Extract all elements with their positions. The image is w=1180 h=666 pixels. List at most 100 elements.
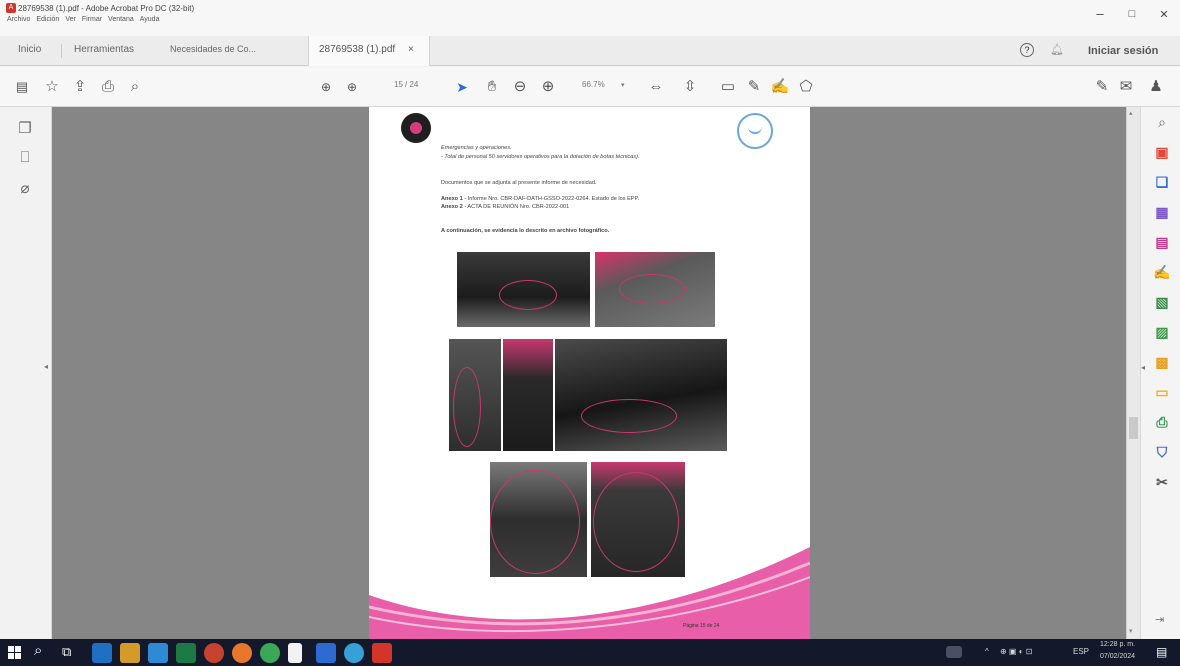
more-tools-icon[interactable]: ✂ [1151,471,1173,493]
create-pdf-icon[interactable]: ▣ [1151,141,1173,163]
menu-firmar[interactable]: Firmar [82,16,102,23]
tab-inicio[interactable]: Inicio [18,44,41,55]
windows-start-icon[interactable] [8,646,21,659]
tray-chevron-up-icon[interactable]: ^ [985,647,989,656]
signin-button[interactable]: Iniciar sesión [1088,45,1158,57]
edit-pdf-icon[interactable]: ▧ [1151,291,1173,313]
menu-archivo[interactable]: Archivo [7,16,30,23]
share-user-icon[interactable]: ♟ [1146,77,1166,97]
edge-icon[interactable] [344,643,364,663]
tab-bar: Inicio Herramientas Necesidades de Co...… [0,36,1180,66]
organize-pages-icon[interactable]: ▦ [1151,201,1173,223]
notifications-icon[interactable]: ▤ [1156,645,1167,659]
stamp-icon[interactable]: ⬠ [796,77,816,97]
scrollbar-thumb[interactable] [1129,417,1138,439]
comment-icon[interactable]: ▭ [718,77,738,97]
star-icon[interactable]: ☆ [42,77,62,97]
maximize-button[interactable]: □ [1122,8,1142,20]
previous-page-icon[interactable]: ⊕ [316,77,336,97]
firefox-icon[interactable] [232,643,252,663]
menu-ayuda[interactable]: Ayuda [140,16,160,23]
fill-sign-icon[interactable]: ✍ [1151,261,1173,283]
bell-icon[interactable]: 🔔︎ [1050,43,1064,56]
file-explorer-icon[interactable] [120,643,140,663]
menu-bar: Archivo Edición Ver Firmar Ventana Ayuda [7,16,159,23]
app-icon[interactable] [204,643,224,663]
select-cursor-icon[interactable]: ➤ [452,77,472,97]
zoom-level-select[interactable]: 66.7% [582,80,605,89]
toolbar: ▤ ☆ ⇪ ⎙ ⌕ ⊕ ⊕ 15 / 24 ➤ ✋︎ ⊖ ⊕ 66.7% ▾ ⇔… [0,67,1180,107]
bookmark-icon[interactable]: ⎕ [14,149,36,171]
email-icon[interactable]: ✉ [1116,77,1136,97]
tab-herramientas[interactable]: Herramientas [74,44,134,55]
zoom-in-icon[interactable]: ⊕ [538,77,558,97]
search-tools-icon[interactable]: ⌕ [1151,111,1173,133]
left-navigation-pane: ❐ ⎕ ⌀ ◂ [0,107,52,639]
protect-shield-icon[interactable]: ⛉ [1151,441,1173,463]
acrobat-logo-icon: A [6,3,16,13]
search-icon[interactable]: ⌕ [125,77,145,97]
outlook-icon[interactable] [92,643,112,663]
combine-files-icon[interactable]: ❏ [1151,171,1173,193]
zoom-out-icon[interactable]: ⊖ [510,77,530,97]
pen-highlight-icon[interactable]: ✎ [744,77,764,97]
print-production-icon[interactable]: ⎙ [1151,411,1173,433]
hand-tool-icon[interactable]: ✋︎ [482,77,502,97]
mail-icon[interactable] [316,643,336,663]
enhance-scans-icon[interactable]: ▨ [1151,321,1173,343]
anexo2-text: - ACTA DE REUNIÓN Nro. CBR-2022-001 [462,204,570,210]
upload-cloud-icon[interactable]: ⇪ [70,77,90,97]
close-button[interactable]: ✕ [1154,8,1174,21]
fit-page-icon[interactable]: ⇔ [646,77,666,97]
protect-file-icon[interactable]: ▩ [1151,351,1173,373]
language-indicator[interactable]: ESP [1073,647,1089,656]
vertical-scrollbar[interactable]: ▴ ▾ [1126,107,1140,639]
windows-taskbar: ⌕ ⧉ ^ ⊕ ▣ ◐ ⊡ ESP 12:28 p. m. 07/02/2024… [0,639,1180,666]
collapse-left-pane-icon[interactable]: ◂ [44,362,48,371]
clock-time[interactable]: 12:28 p. m. [1100,641,1135,648]
boot-photo-7 [591,462,685,577]
document-icon[interactable] [288,643,302,663]
scroll-up-icon[interactable]: ▴ [1129,109,1133,117]
keyboard-tray-icon[interactable] [946,646,962,658]
expand-pane-icon[interactable]: ⇥ [1155,613,1164,626]
menu-edicion[interactable]: Edición [36,16,59,23]
tab-divider [61,44,62,58]
doc-line-total-personal: - Total de personal 50 servidores operat… [441,154,640,160]
task-view-icon[interactable]: ⧉ [62,644,71,660]
doc-line-anexo1: Anexo 1 - Informe Nro. CBR-DAF-DATH-GSSO… [441,196,639,202]
right-tools-pane: ◂ ⌕ ▣ ❏ ▦ ▤ ✍ ▧ ▨ ▩ ▭ ⎙ ⛉ ✂ ⇥ [1140,107,1180,639]
clock-date[interactable]: 07/02/2024 [1100,653,1135,660]
tab-current-label: 28769538 (1).pdf [319,44,396,55]
scroll-down-icon[interactable]: ▾ [1129,627,1133,635]
tab-current-document[interactable]: 28769538 (1).pdf × [308,36,430,66]
menu-ver[interactable]: Ver [65,16,76,23]
next-page-icon[interactable]: ⊕ [342,77,362,97]
link-edit-icon[interactable]: ✎ [1092,77,1112,97]
comment-tool-icon[interactable]: ▭ [1151,381,1173,403]
taskbar-search-icon[interactable]: ⌕ [34,642,42,659]
boot-photo-5 [555,339,727,451]
minimize-button[interactable]: – [1090,6,1110,21]
page-thumbnails-icon[interactable]: ❐ [14,119,36,141]
word-icon[interactable] [148,643,168,663]
attachment-icon[interactable]: ⌀ [14,179,36,201]
chrome-icon[interactable] [260,643,280,663]
tray-icons[interactable]: ⊕ ▣ ◐ ⊡ [1000,647,1032,656]
print-icon[interactable]: ⎙ [98,77,118,97]
export-pdf-icon[interactable]: ▤ [1151,231,1173,253]
boot-photo-1 [457,252,590,327]
menu-ventana[interactable]: Ventana [108,16,134,23]
tab-necesidades[interactable]: Necesidades de Co... [170,44,256,54]
collapse-right-pane-icon[interactable]: ◂ [1141,363,1145,372]
pdf-page: Emergencias y operaciones. - Total de pe… [369,107,810,639]
tab-close-icon[interactable]: × [408,44,414,55]
zoom-chevron-down-icon[interactable]: ▾ [621,81,625,89]
scroll-mode-icon[interactable]: ⇳ [680,77,700,97]
acrobat-taskbar-icon[interactable] [372,643,392,663]
excel-icon[interactable] [176,643,196,663]
help-icon[interactable]: ? [1020,43,1034,57]
page-thumbnail-icon[interactable]: ▤ [12,77,32,97]
page-number-input[interactable]: 15 [385,80,403,89]
draw-signature-icon[interactable]: ✍ [770,77,790,97]
